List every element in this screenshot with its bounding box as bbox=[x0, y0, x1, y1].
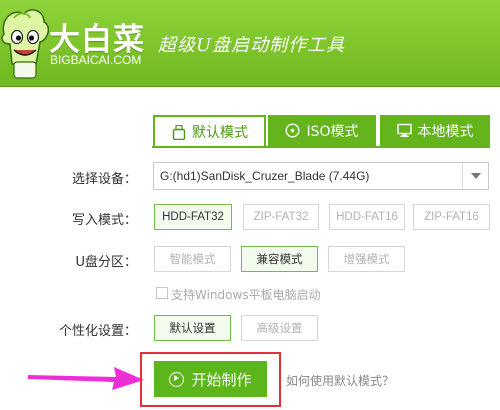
start-button-label: 开始制作 bbox=[191, 370, 252, 389]
cabbage-mascot-logo bbox=[1, 9, 50, 79]
write-mode-label: 写入模式： bbox=[71, 213, 137, 228]
monitor-icon bbox=[396, 123, 412, 138]
write-mode-zip-fat32[interactable]: ZIP-FAT32 bbox=[243, 204, 319, 230]
write-mode-zip-fat16[interactable]: ZIP-FAT16 bbox=[413, 204, 490, 230]
device-label: 选择设备： bbox=[71, 172, 137, 187]
partition-compatible[interactable]: 兼容模式 bbox=[241, 246, 318, 272]
tab-default-mode[interactable]: 默认模式 bbox=[153, 115, 266, 147]
device-select[interactable]: G:(hd1)SanDisk_Cruzer_Blade (7.44G) bbox=[153, 162, 489, 190]
tab-iso-mode[interactable]: ISO模式 bbox=[268, 115, 376, 146]
write-mode-hdd-fat16[interactable]: HDD-FAT16 bbox=[329, 204, 405, 230]
disc-icon bbox=[285, 123, 300, 138]
usb-drive-icon bbox=[171, 124, 186, 140]
tab-label: ISO模式 bbox=[306, 123, 359, 140]
tab-label: 本地模式 bbox=[417, 123, 474, 140]
personalize-advanced[interactable]: 高级设置 bbox=[241, 315, 318, 341]
personalize-default[interactable]: 默认设置 bbox=[154, 315, 231, 341]
app-header: 大白菜 BIGBAICAI.COM 超级U盘启动制作工具 bbox=[0, 0, 500, 87]
play-icon bbox=[169, 371, 185, 387]
tab-divider bbox=[152, 146, 490, 148]
partition-enhanced[interactable]: 增强模式 bbox=[328, 246, 405, 272]
chevron-down-icon bbox=[471, 173, 481, 179]
personalize-label: 个性化设置： bbox=[58, 324, 137, 339]
tab-label: 默认模式 bbox=[192, 125, 248, 141]
tab-local-mode[interactable]: 本地模式 bbox=[380, 115, 490, 146]
partition-smart[interactable]: 智能模式 bbox=[154, 246, 231, 272]
pointer-arrow-icon bbox=[28, 367, 144, 390]
brand-domain: BIGBAICAI.COM bbox=[50, 53, 142, 67]
write-mode-hdd-fat32[interactable]: HDD-FAT32 bbox=[154, 204, 232, 230]
partition-label: U盘分区： bbox=[75, 255, 137, 270]
windows-tablet-label[interactable]: 支持Windows平板电脑启动 bbox=[171, 286, 321, 303]
brand-slogan: 超级U盘启动制作工具 bbox=[158, 35, 346, 56]
start-button[interactable]: 开始制作 bbox=[154, 361, 267, 397]
help-link[interactable]: 如何使用默认模式？ bbox=[286, 372, 394, 389]
dropdown-button[interactable] bbox=[462, 163, 488, 189]
device-value: G:(hd1)SanDisk_Cruzer_Blade (7.44G) bbox=[160, 169, 370, 183]
windows-tablet-checkbox[interactable] bbox=[156, 287, 168, 299]
